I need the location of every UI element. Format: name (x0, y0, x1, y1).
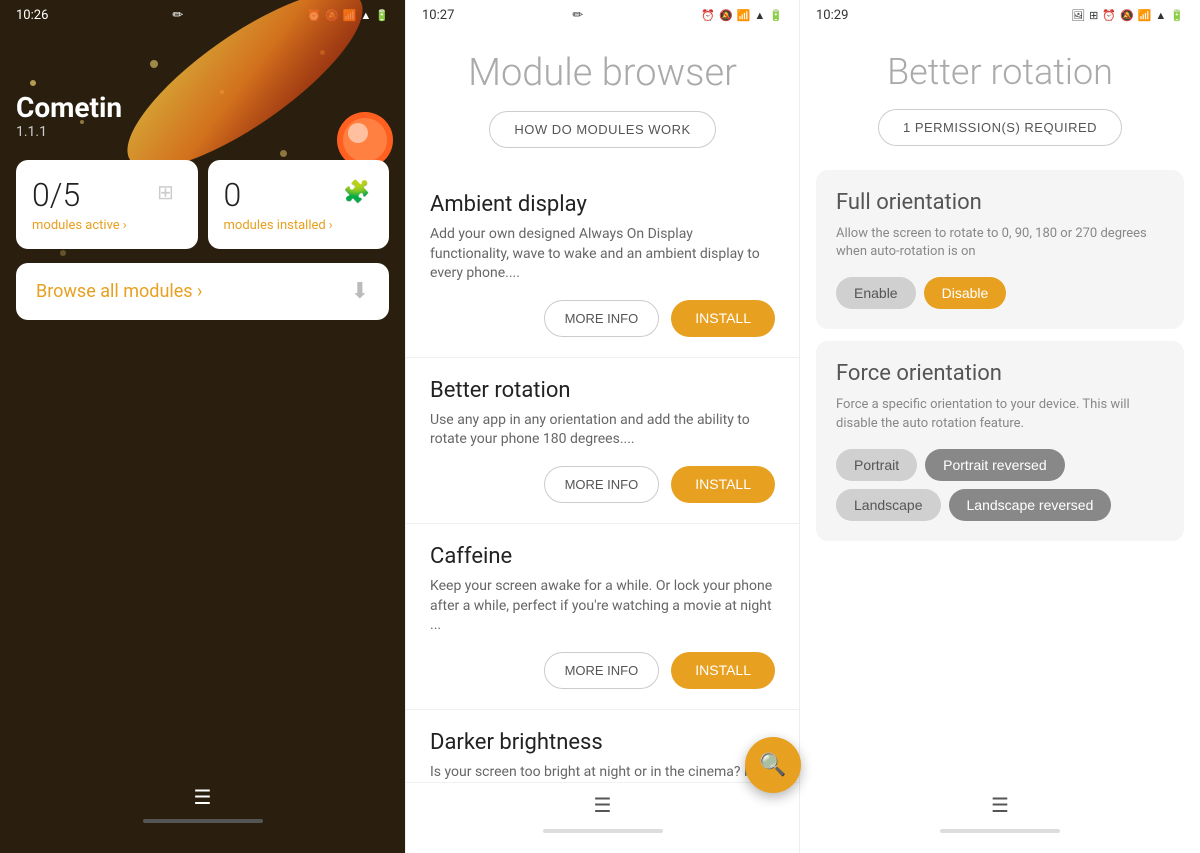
force-orientation-buttons: Portrait Portrait reversed Landscape Lan… (836, 449, 1164, 521)
app-title: Cometin (16, 91, 389, 124)
more-info-button-ambient[interactable]: MORE INFO (544, 300, 660, 337)
panel3-nav-icon[interactable]: ☰ (991, 793, 1009, 817)
module-item-caffeine: Caffeine Keep your screen awake for a wh… (406, 523, 799, 709)
force-orientation-desc: Force a specific orientation to your dev… (836, 396, 1164, 432)
module-item-better-rotation: Better rotation Use any app in any orien… (406, 357, 799, 523)
module-item-darker-brightness: Darker brightness Is your screen too bri… (406, 709, 799, 782)
browse-all-modules-card[interactable]: Browse all modules › ⬇ (16, 263, 389, 320)
panel-better-rotation: 10:29 🖼⊞⏰🔕📶▲🔋 Better rotation 1 PERMISSI… (800, 0, 1200, 853)
force-orientation-card: Force orientation Force a specific orien… (816, 341, 1184, 540)
panel-cometin: 10:26 ✏ ⏰🔕📶▲🔋 Cometin 1.1.1 0/5 modules … (0, 0, 405, 853)
panel2-nav-icon[interactable]: ☰ (594, 793, 612, 817)
panel2-edit-icon: ✏ (572, 8, 583, 23)
grid-icon: ⊞ (157, 180, 174, 204)
disable-button[interactable]: Disable (924, 277, 1007, 309)
panel-module-browser: 10:27 ✏ ⏰🔕📶▲🔋 Module browser HOW DO MODU… (405, 0, 800, 853)
permissions-button[interactable]: 1 PERMISSION(S) REQUIRED (878, 109, 1122, 146)
panel2-time: 10:27 (422, 8, 454, 23)
puzzle-icon-container: 🧩 (341, 176, 373, 208)
portrait-button[interactable]: Portrait (836, 449, 917, 481)
panel3-content: Full orientation Allow the screen to rot… (800, 170, 1200, 783)
modules-active-number: 0/5 (32, 176, 127, 214)
panel3-bottom: ☰ (800, 783, 1200, 853)
full-orientation-card: Full orientation Allow the screen to rot… (816, 170, 1184, 329)
landscape-reversed-button[interactable]: Landscape reversed (949, 489, 1112, 521)
panel1-time: 10:26 (16, 8, 48, 23)
panel1-nav-icon[interactable]: ☰ (194, 785, 212, 809)
panel1-content: Cometin 1.1.1 0/5 modules active › ⊞ 0 (0, 91, 405, 320)
panel3-title: Better rotation (800, 31, 1200, 109)
landscape-button[interactable]: Landscape (836, 489, 941, 521)
modules-list: Ambient display Add your own designed Al… (406, 172, 799, 782)
search-fab[interactable]: 🔍 (745, 737, 801, 793)
module-name-better-rotation: Better rotation (430, 378, 775, 403)
panel3-status-bar: 10:29 🖼⊞⏰🔕📶▲🔋 (800, 0, 1200, 31)
stats-row: 0/5 modules active › ⊞ 0 modules install… (16, 160, 389, 249)
panel2-nav-line (543, 829, 663, 833)
download-icon: ⬇ (351, 279, 369, 304)
portrait-reversed-button[interactable]: Portrait reversed (925, 449, 1064, 481)
modules-active-card[interactable]: 0/5 modules active › ⊞ (16, 160, 198, 249)
full-orientation-desc: Allow the screen to rotate to 0, 90, 180… (836, 225, 1164, 261)
how-modules-button[interactable]: HOW DO MODULES WORK (489, 111, 715, 148)
module-actions-ambient: MORE INFO INSTALL (430, 300, 775, 357)
module-desc-better-rotation: Use any app in any orientation and add t… (430, 411, 775, 450)
module-desc-darker-brightness: Is your screen too bright at night or in… (430, 763, 775, 782)
force-orientation-title: Force orientation (836, 361, 1164, 386)
enable-button[interactable]: Enable (836, 277, 916, 309)
install-button-ambient[interactable]: INSTALL (671, 300, 775, 337)
module-item-ambient: Ambient display Add your own designed Al… (406, 172, 799, 357)
app-version: 1.1.1 (16, 124, 389, 140)
grid-icon-container: ⊞ (150, 176, 182, 208)
install-button-caffeine[interactable]: INSTALL (671, 652, 775, 689)
full-orientation-buttons: Enable Disable (836, 277, 1164, 309)
panel2-bottom: ☰ (406, 782, 799, 853)
modules-installed-number: 0 (224, 176, 333, 214)
search-fab-icon: 🔍 (759, 753, 786, 778)
puzzle-icon: 🧩 (343, 180, 370, 205)
more-info-button-caffeine[interactable]: MORE INFO (544, 652, 660, 689)
module-actions-caffeine: MORE INFO INSTALL (430, 652, 775, 709)
more-info-button-better-rotation[interactable]: MORE INFO (544, 466, 660, 503)
module-actions-better-rotation: MORE INFO INSTALL (430, 466, 775, 523)
panel3-time: 10:29 (816, 8, 848, 23)
modules-active-label: modules active › (32, 218, 127, 233)
panel2-status-icons: ⏰🔕📶▲🔋 (701, 9, 783, 22)
full-orientation-title: Full orientation (836, 190, 1164, 215)
modules-installed-label: modules installed › (224, 218, 333, 233)
panel3-status-icons: 🖼⊞⏰🔕📶▲🔋 (1071, 9, 1184, 22)
modules-installed-card[interactable]: 0 modules installed › 🧩 (208, 160, 390, 249)
panel1-nav-line (143, 819, 263, 823)
module-desc-ambient: Add your own designed Always On Display … (430, 225, 775, 284)
module-name-ambient: Ambient display (430, 192, 775, 217)
module-name-darker-brightness: Darker brightness (430, 730, 775, 755)
browse-label: Browse all modules › (36, 281, 202, 302)
module-name-caffeine: Caffeine (430, 544, 775, 569)
module-desc-caffeine: Keep your screen awake for a while. Or l… (430, 577, 775, 636)
panel3-nav-line (940, 829, 1060, 833)
panel2-title: Module browser (406, 31, 799, 111)
install-button-better-rotation[interactable]: INSTALL (671, 466, 775, 503)
panel2-status-bar: 10:27 ✏ ⏰🔕📶▲🔋 (406, 0, 799, 31)
